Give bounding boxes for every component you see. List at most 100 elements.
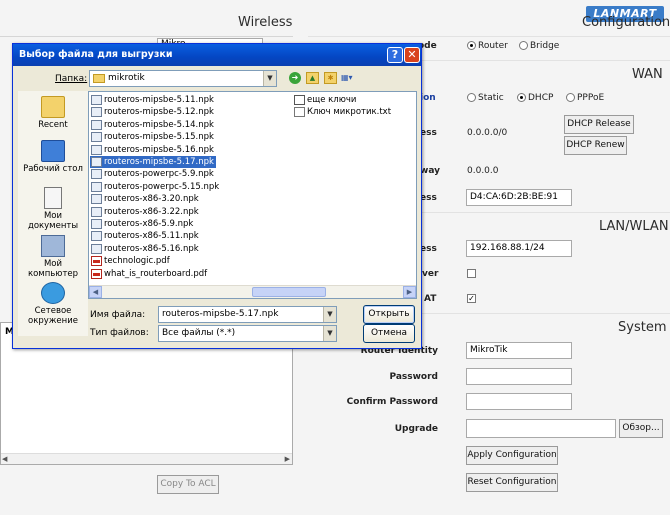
file-icon: [91, 144, 102, 155]
file-item[interactable]: routeros-x86-5.9.npk: [90, 218, 195, 230]
wan-mac-input[interactable]: D4:CA:6D:2B:BE:91: [466, 189, 572, 206]
recent-icon: [41, 96, 65, 118]
file-list[interactable]: ◀ ▶ routeros-mipsbe-5.11.npk routeros-mip…: [88, 91, 417, 299]
file-icon: [91, 243, 102, 254]
wan-static-radio[interactable]: [467, 93, 476, 102]
wan-pppoe-label: PPPoE: [577, 93, 605, 103]
system-section-title: System: [618, 320, 667, 335]
scroll-left-icon[interactable]: ◀: [2, 455, 7, 463]
cancel-button[interactable]: Отмена: [363, 324, 415, 343]
lan-nat-checkbox[interactable]: ✓: [467, 294, 476, 303]
file-item[interactable]: routeros-mipsbe-5.16.npk: [90, 144, 216, 156]
wan-gateway-label: way: [420, 166, 440, 176]
dhcp-renew-button[interactable]: DHCP Renew: [564, 136, 627, 155]
place-network-label: Сетевое окружение: [28, 306, 78, 326]
reset-configuration-button[interactable]: Reset Configuration: [466, 473, 558, 492]
chevron-down-icon[interactable]: ▼: [263, 71, 276, 86]
file-item[interactable]: what_is_routerboard.pdf: [90, 268, 209, 280]
help-icon[interactable]: ?: [387, 47, 403, 63]
wan-pppoe-radio[interactable]: [566, 93, 575, 102]
upgrade-file-input[interactable]: [466, 419, 616, 438]
file-item[interactable]: Ключ микротик.txt: [293, 106, 393, 118]
mode-bridge-radio[interactable]: [519, 41, 528, 50]
divider: [308, 36, 670, 37]
place-my-documents[interactable]: Мои документы: [18, 187, 88, 231]
dialog-titlebar[interactable]: Выбор файла для выгрузки ? ✕: [13, 44, 421, 66]
wan-gateway-value: 0.0.0.0: [467, 166, 499, 176]
left-panel-divider: [0, 36, 293, 37]
password-input[interactable]: [466, 368, 572, 385]
new-folder-icon[interactable]: ✱: [324, 72, 337, 84]
wan-static-label: Static: [478, 93, 504, 103]
file-icon: [91, 181, 102, 192]
text-file-icon: [294, 107, 305, 118]
apply-configuration-button[interactable]: Apply Configuration: [466, 446, 558, 465]
pdf-file-icon: [91, 268, 102, 279]
dialog-title: Выбор файла для выгрузки: [19, 49, 173, 60]
place-network[interactable]: Сетевое окружение: [18, 282, 88, 326]
mode-router-radio[interactable]: [467, 41, 476, 50]
file-item[interactable]: routeros-x86-3.20.npk: [90, 193, 201, 205]
left-list-hscroll[interactable]: ◀ ▶: [1, 453, 292, 464]
up-folder-icon[interactable]: ▲: [306, 72, 319, 84]
file-item-label: routeros-mipsbe-5.15.npk: [104, 132, 214, 143]
file-icon: [91, 231, 102, 242]
wireless-section-title: Wireless: [238, 15, 293, 30]
file-item[interactable]: routeros-mipsbe-5.11.npk: [90, 94, 216, 106]
browse-button[interactable]: Обзор...: [619, 419, 663, 438]
dhcp-release-button[interactable]: DHCP Release: [564, 115, 634, 134]
scroll-right-icon[interactable]: ▶: [285, 455, 290, 463]
place-my-computer[interactable]: Мой компьютер: [18, 235, 88, 279]
folder-select[interactable]: mikrotik ▼: [89, 70, 277, 87]
chevron-down-icon[interactable]: ▼: [323, 326, 336, 341]
lan-address-input[interactable]: 192.168.88.1/24: [466, 240, 572, 257]
file-item[interactable]: technologic.pdf: [90, 255, 172, 267]
scroll-left-icon[interactable]: ◀: [89, 286, 102, 298]
place-desktop[interactable]: Рабочий стол: [18, 140, 88, 174]
wan-address-value: 0.0.0.0/0: [467, 128, 508, 138]
file-item[interactable]: routeros-mipsbe-5.12.npk: [90, 106, 216, 118]
file-icon: [91, 132, 102, 143]
place-recent-label: Recent: [38, 120, 68, 130]
file-item[interactable]: routeros-mipsbe-5.17.npk: [90, 156, 216, 168]
file-list-hscroll[interactable]: ◀ ▶: [89, 285, 416, 298]
file-icon: [91, 95, 102, 105]
scroll-right-icon[interactable]: ▶: [403, 286, 416, 298]
confirm-password-input[interactable]: [466, 393, 572, 410]
scroll-thumb[interactable]: [252, 287, 326, 297]
configuration-section-title: Configuration: [582, 15, 670, 30]
back-icon[interactable]: ➜: [289, 72, 301, 84]
network-globe-icon: [41, 282, 65, 304]
file-item[interactable]: routeros-powerpc-5.9.npk: [90, 168, 216, 180]
chevron-down-icon[interactable]: ▼: [323, 307, 336, 322]
file-item-label: routeros-mipsbe-5.11.npk: [104, 95, 214, 105]
places-bar: Recent Рабочий стол Мои документы Мой ко…: [18, 91, 88, 336]
filename-input[interactable]: routeros-mipsbe-5.17.npk ▼: [158, 306, 337, 323]
wan-dhcp-label: DHCP: [528, 93, 554, 103]
file-item[interactable]: routeros-mipsbe-5.14.npk: [90, 119, 216, 131]
place-recent[interactable]: Recent: [18, 96, 88, 130]
lan-dhcp-server-checkbox[interactable]: [467, 269, 476, 278]
close-icon[interactable]: ✕: [404, 47, 420, 63]
place-desktop-label: Рабочий стол: [23, 164, 83, 174]
router-identity-input[interactable]: MikroTik: [466, 342, 572, 359]
filename-value: routeros-mipsbe-5.17.npk: [162, 309, 279, 319]
filetype-select[interactable]: Все файлы (*.*) ▼: [158, 325, 337, 342]
file-open-dialog: Выбор файла для выгрузки ? ✕ Папка: mikr…: [12, 43, 422, 349]
copy-to-acl-button[interactable]: Copy To ACL: [157, 475, 219, 494]
view-menu-icon[interactable]: ▦▾: [341, 72, 359, 84]
file-icon: [91, 206, 102, 217]
file-item[interactable]: routeros-x86-3.22.npk: [90, 206, 201, 218]
file-item[interactable]: routeros-mipsbe-5.15.npk: [90, 131, 216, 143]
lan-section-title: LAN/WLAN: [599, 219, 669, 234]
mode-router-label: Router: [478, 41, 508, 51]
wan-dhcp-radio[interactable]: [517, 93, 526, 102]
file-item-label: routeros-mipsbe-5.12.npk: [104, 107, 214, 118]
open-button[interactable]: Открыть: [363, 305, 415, 324]
file-item[interactable]: routeros-x86-5.16.npk: [90, 243, 201, 255]
file-item[interactable]: routeros-powerpc-5.15.npk: [90, 181, 221, 193]
file-item-label: routeros-x86-5.16.npk: [104, 243, 199, 254]
lan-address-label: ess: [420, 244, 437, 254]
file-item[interactable]: еще ключи: [293, 94, 358, 106]
file-item[interactable]: routeros-x86-5.11.npk: [90, 230, 201, 242]
